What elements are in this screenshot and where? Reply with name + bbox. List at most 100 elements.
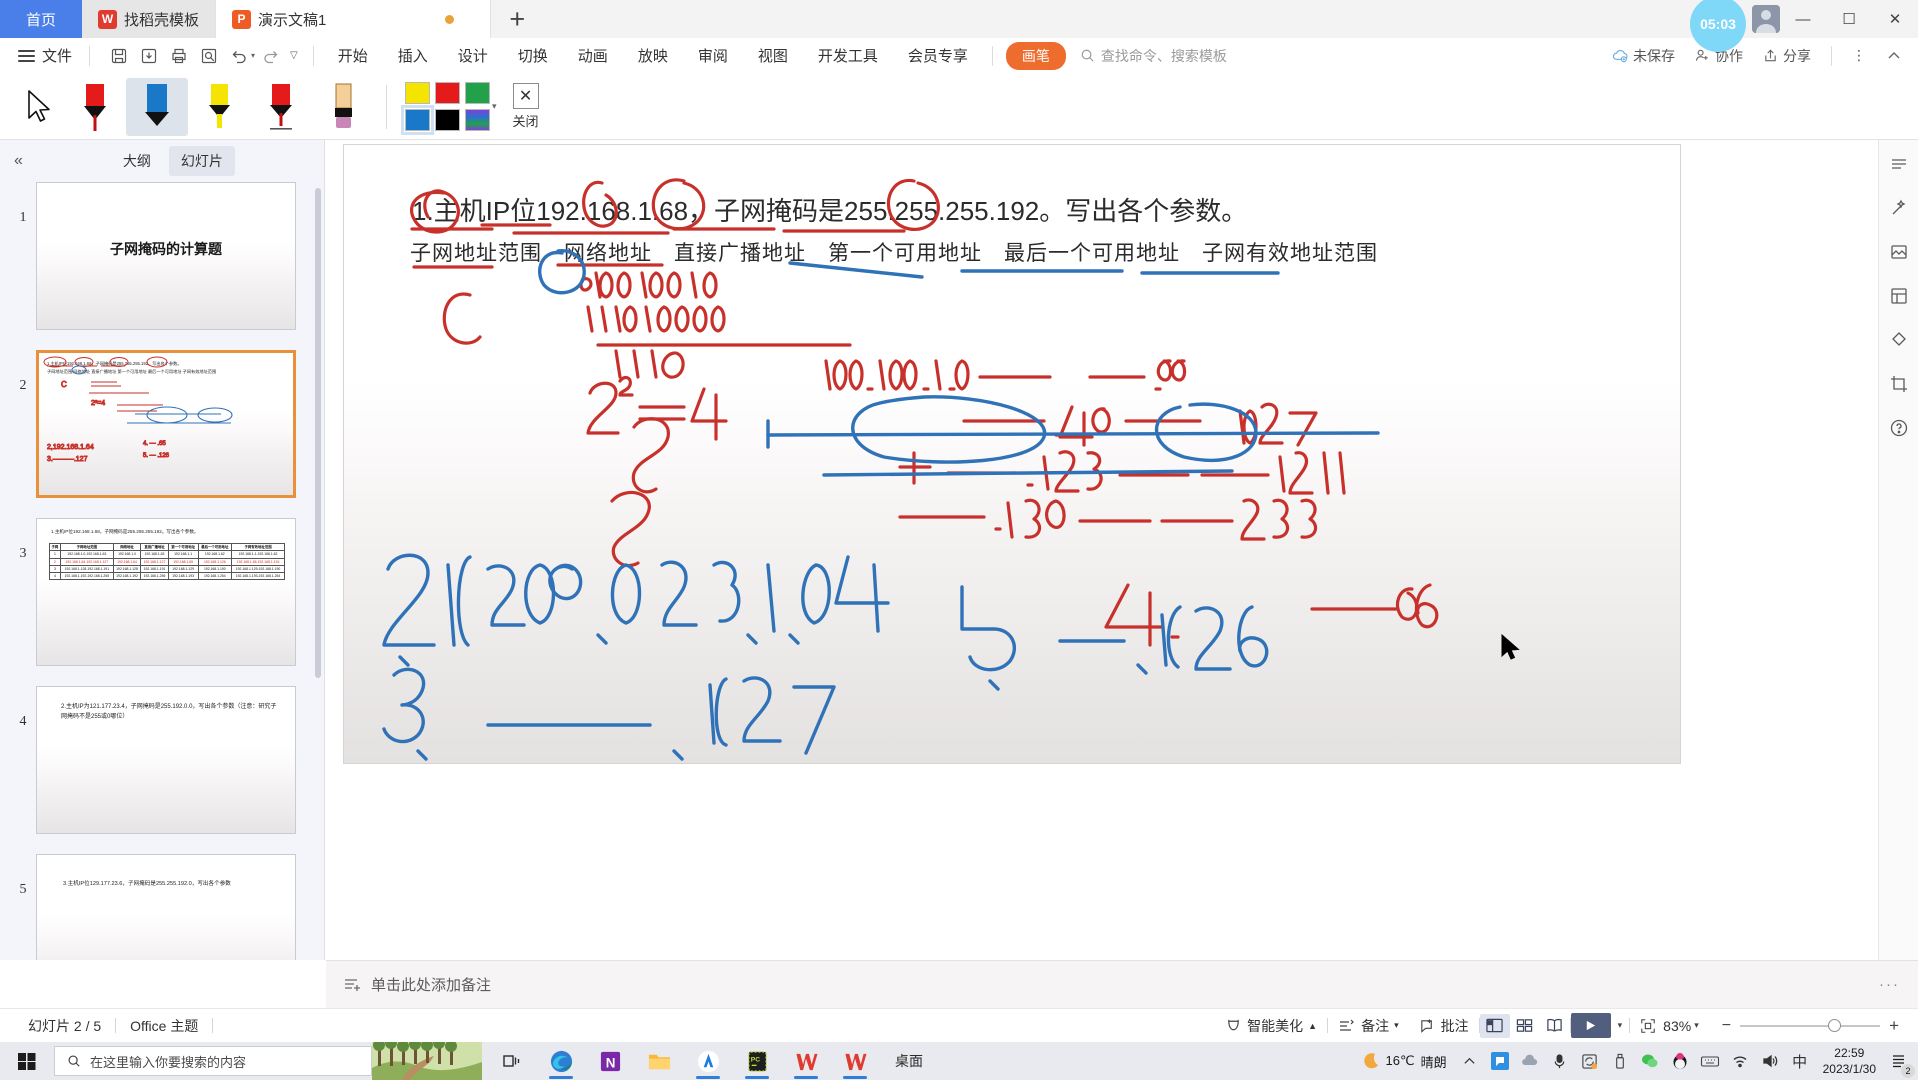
wps-writer-icon[interactable]	[784, 1042, 828, 1080]
slide-thumb-body[interactable]: 1.主机IP位192.168.1.68，子网掩码是255.255.255.192…	[36, 518, 296, 666]
taskbar-search-input[interactable]: 在这里输入你要搜索的内容	[54, 1046, 372, 1076]
zoom-slider[interactable]: − +	[1713, 1016, 1908, 1036]
moon-weather-icon[interactable]	[1356, 1042, 1386, 1080]
tab-docer-template[interactable]: W 找稻壳模板	[82, 0, 217, 38]
tab-pen[interactable]: 画笔	[1005, 41, 1066, 70]
undo-icon[interactable]	[225, 42, 253, 70]
unsaved-status-button[interactable]: 未保存	[1604, 43, 1683, 69]
chevron-down-icon[interactable]: ▾	[492, 101, 497, 112]
panel-icon[interactable]	[1885, 150, 1913, 178]
color-green[interactable]	[465, 82, 490, 104]
image-frame-icon[interactable]	[1885, 238, 1913, 266]
tab-developer-tools[interactable]: 开发工具	[803, 41, 893, 70]
chevron-down-icon[interactable]: ▾	[1394, 1020, 1399, 1031]
color-blue[interactable]	[401, 105, 434, 135]
slide-text-line-2[interactable]: 子网地址范围 网络地址 直接广播地址 第一个可用地址 最后一个可用地址 子网有效…	[410, 237, 1378, 267]
chevron-double-left-icon[interactable]: «	[6, 152, 31, 170]
tab-view[interactable]: 视图	[743, 41, 803, 70]
tab-slideshow[interactable]: 放映	[623, 41, 683, 70]
new-tab-button[interactable]: +	[491, 4, 543, 35]
pc-manager-icon[interactable]: PC	[735, 1042, 779, 1080]
tab-slides[interactable]: 幻灯片	[168, 146, 235, 176]
slideshow-dropdown-caret-icon[interactable]: ▾	[1611, 1020, 1630, 1031]
news-and-interests-widget[interactable]	[372, 1042, 482, 1080]
layout-icon[interactable]	[1885, 282, 1913, 310]
tab-presentation1[interactable]: P 演示文稿1	[216, 0, 492, 38]
share-button[interactable]: 分享	[1754, 43, 1819, 69]
zoom-out-button[interactable]: −	[1713, 1017, 1740, 1035]
tab-start[interactable]: 开始	[323, 41, 383, 70]
keyboard-icon[interactable]	[1695, 1042, 1725, 1080]
task-view-icon[interactable]	[490, 1042, 534, 1080]
start-slideshow-button[interactable]	[1570, 1013, 1611, 1038]
view-slide-sorter-button[interactable]	[1510, 1014, 1540, 1038]
pen-yellow-highlighter[interactable]	[188, 78, 250, 136]
zoom-knob[interactable]	[1828, 1018, 1842, 1032]
tab-transition[interactable]: 切换	[503, 41, 563, 70]
help-icon[interactable]	[1885, 414, 1913, 442]
edge-icon[interactable]	[539, 1042, 583, 1080]
beautify-caret-icon[interactable]: ▲	[1308, 1021, 1317, 1031]
eraser-tool[interactable]	[312, 78, 374, 136]
color-rainbow[interactable]	[465, 109, 490, 131]
windows-start-icon[interactable]	[0, 1042, 54, 1080]
more-vertical-icon[interactable]: ⋮	[1844, 44, 1875, 67]
file-menu-button[interactable]: 文件	[10, 45, 80, 66]
print-icon[interactable]	[165, 42, 193, 70]
fit-to-window-button[interactable]	[1630, 1018, 1660, 1034]
select-cursor-tool[interactable]	[14, 81, 64, 133]
magic-wand-icon[interactable]	[1885, 194, 1913, 222]
minimize-button[interactable]: —	[1780, 0, 1826, 38]
avatar[interactable]	[1752, 5, 1780, 33]
zoom-in-button[interactable]: +	[1880, 1016, 1908, 1036]
file-explorer-icon[interactable]	[637, 1042, 681, 1080]
notes-toggle-button[interactable]: 备注 ▾	[1328, 1016, 1409, 1036]
tab-home[interactable]: 首页	[0, 0, 83, 38]
color-black[interactable]	[435, 109, 460, 131]
thumbnail-slide-1[interactable]: 1 子网掩码的计算题	[10, 182, 324, 330]
customize-qat-icon[interactable]: ▽	[290, 50, 298, 61]
view-normal-button[interactable]	[1479, 1013, 1510, 1038]
chat-icon[interactable]	[1485, 1042, 1515, 1080]
zoom-dropdown-caret-icon[interactable]: ▾	[1694, 1020, 1707, 1031]
theme-name[interactable]: Office 主题	[116, 1016, 212, 1036]
onenote-icon[interactable]: N	[588, 1042, 632, 1080]
desktop-label[interactable]: 桌面	[895, 1051, 923, 1071]
tab-member-exclusive[interactable]: 会员专享	[893, 41, 983, 70]
smart-beautify-button[interactable]: 智能美化 ▲	[1215, 1016, 1327, 1036]
slide-thumb-body[interactable]: 3.主机IP位129.177.23.6，子网掩码是255.255.192.0，写…	[36, 854, 296, 960]
cloud-icon[interactable]	[1515, 1042, 1545, 1080]
slide-thumbnail-list[interactable]: 1 子网掩码的计算题 2 1.主机IP位192.168.1.68，子网掩码是25…	[0, 182, 324, 960]
tab-design[interactable]: 设计	[443, 41, 503, 70]
slide-thumb-body[interactable]: 1.主机IP位192.168.1.68，子网掩码是255.255.255.192…	[36, 350, 296, 498]
usb-icon[interactable]	[1605, 1042, 1635, 1080]
mic-icon[interactable]	[1545, 1042, 1575, 1080]
save-as-icon[interactable]	[135, 42, 163, 70]
notification-icon[interactable]: 2	[1884, 1042, 1915, 1080]
thumbnail-slide-5[interactable]: 5 3.主机IP位129.177.23.6，子网掩码是255.255.192.0…	[10, 854, 324, 960]
tab-animation[interactable]: 动画	[563, 41, 623, 70]
crop-icon[interactable]	[1885, 370, 1913, 398]
more-horizontal-icon[interactable]: ···	[1879, 976, 1900, 993]
slide-panel-scrollbar[interactable]	[315, 188, 321, 678]
slide-thumb-body[interactable]: 子网掩码的计算题	[36, 182, 296, 330]
pen-blue-highlighter[interactable]	[126, 77, 188, 136]
volume-icon[interactable]	[1755, 1042, 1785, 1080]
close-pen-mode-button[interactable]: ✕ 关闭	[512, 83, 539, 130]
close-button[interactable]: ✕	[1872, 0, 1918, 38]
thumbnail-slide-3[interactable]: 3 1.主机IP位192.168.1.68，子网掩码是255.255.255.1…	[10, 518, 324, 666]
zoom-track[interactable]	[1740, 1018, 1881, 1032]
print-preview-icon[interactable]	[195, 42, 223, 70]
undo-dropdown-caret-icon[interactable]: ▾	[251, 51, 255, 60]
app-blue-icon[interactable]	[686, 1042, 730, 1080]
wechat-icon[interactable]	[1635, 1042, 1665, 1080]
current-slide-canvas[interactable]: 1.主机IP位192.168.1.68，子网掩码是255.255.255.192…	[343, 144, 1681, 764]
thumbnail-slide-2[interactable]: 2 1.主机IP位192.168.1.68，子网掩码是255.255.255.1…	[10, 350, 324, 498]
qq-icon[interactable]	[1665, 1042, 1695, 1080]
slide-editing-stage[interactable]: 1.主机IP位192.168.1.68，子网掩码是255.255.255.192…	[326, 140, 1878, 960]
wps-presentation-icon[interactable]	[833, 1042, 877, 1080]
taskbar-clock[interactable]: 22:59 2023/1/30	[1815, 1045, 1884, 1077]
redo-icon[interactable]	[257, 42, 285, 70]
shapes-icon[interactable]	[1885, 326, 1913, 354]
tab-insert[interactable]: 插入	[383, 41, 443, 70]
